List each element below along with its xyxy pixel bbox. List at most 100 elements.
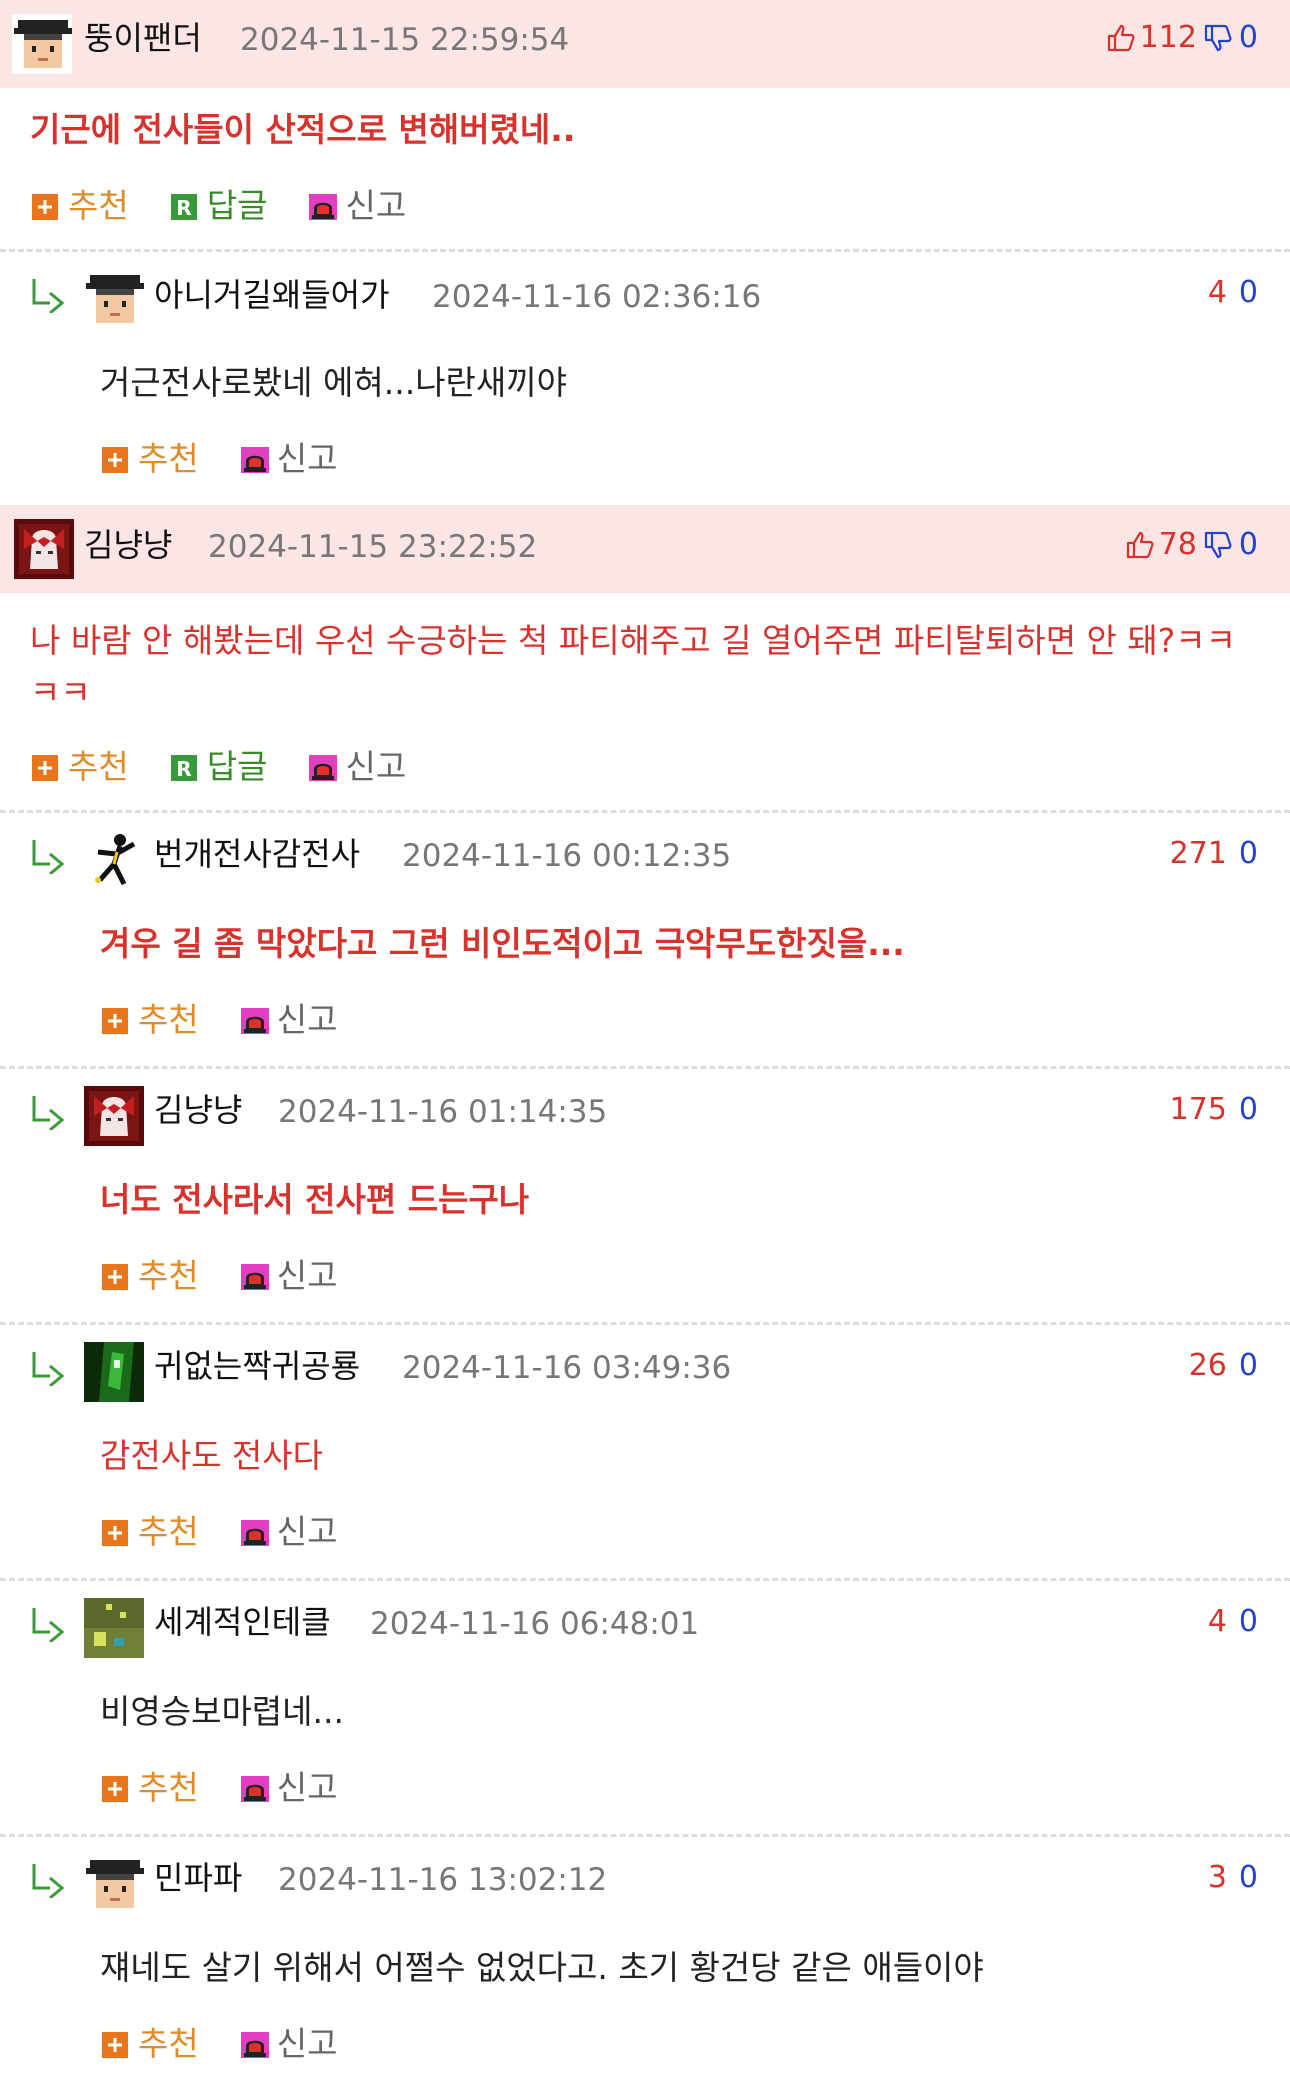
divider — [0, 249, 1290, 252]
vote-counts: 4 0 — [1208, 273, 1258, 313]
nickname[interactable]: 뚱이팬더 — [84, 18, 202, 58]
siren-icon — [239, 1260, 271, 1292]
recommend-label: 추천 — [138, 439, 199, 478]
vote-counts: 175 0 — [1170, 1090, 1258, 1130]
recommend-label: 추천 — [138, 1000, 199, 1039]
comment-text: 감전사도 전사다 — [100, 1436, 324, 1475]
comment-text: 거근전사로봤네 에혀...나란새끼야 — [100, 363, 567, 402]
recommend-label: 추천 — [68, 186, 129, 225]
timestamp: 2024-11-16 02:36:16 — [432, 279, 762, 315]
vote-counts: 271 0 — [1170, 834, 1258, 874]
siren-icon — [307, 751, 339, 783]
upvote-count: 4 — [1207, 275, 1227, 310]
reply-r-icon — [169, 751, 201, 783]
comment-header: 김냥냥 2024-11-15 23:22:52 78 0 — [0, 505, 1290, 593]
recommend-button[interactable]: 추천 — [100, 1512, 199, 1552]
nickname[interactable]: 김냥냥 — [154, 1090, 242, 1130]
timestamp: 2024-11-16 03:49:36 — [402, 1350, 732, 1386]
report-button[interactable]: 신고 — [239, 1768, 338, 1808]
avatar[interactable] — [84, 1598, 144, 1658]
plus-icon — [30, 751, 62, 783]
report-button[interactable]: 신고 — [239, 1512, 337, 1552]
recommend-label: 추천 — [138, 1256, 199, 1295]
timestamp: 2024-11-16 06:48:01 — [370, 1606, 700, 1642]
comment-actions: 추천 신고 — [100, 1256, 377, 1296]
reply-button[interactable]: 답글 — [169, 747, 268, 787]
comment-text: 겨우 길 좀 막았다고 그런 비인도적이고 극악무도한짓을... — [100, 924, 905, 963]
upvote-count: 112 — [1139, 20, 1197, 55]
report-button[interactable]: 신고 — [239, 439, 337, 479]
nickname[interactable]: 번개전사감전사 — [154, 834, 360, 874]
recommend-label: 추천 — [138, 2024, 199, 2063]
plus-icon — [100, 2028, 132, 2060]
plus-icon — [100, 443, 132, 475]
plus-icon — [100, 1004, 132, 1036]
reply-arrow-icon — [28, 273, 68, 313]
nickname[interactable]: 김냥냥 — [84, 525, 172, 565]
avatar[interactable] — [84, 830, 144, 890]
divider — [0, 1322, 1290, 1325]
thumb-down-icon[interactable] — [1203, 530, 1233, 560]
avatar[interactable] — [84, 1086, 144, 1146]
vote-counts: 112 0 — [1106, 18, 1258, 58]
recommend-button[interactable]: 추천 — [100, 2024, 199, 2064]
report-button[interactable]: 신고 — [239, 1000, 337, 1040]
plus-icon — [100, 1516, 132, 1548]
recommend-button[interactable]: 추천 — [30, 747, 129, 787]
report-button[interactable]: 신고 — [307, 747, 406, 787]
avatar[interactable] — [12, 14, 72, 74]
reply-arrow-icon — [28, 1090, 68, 1130]
report-button[interactable]: 신고 — [307, 186, 406, 226]
upvote-count: 78 — [1158, 527, 1197, 562]
reply-r-icon — [169, 190, 201, 222]
report-label: 신고 — [276, 1768, 338, 1807]
downvote-count: 0 — [1238, 1860, 1258, 1895]
downvote-count: 0 — [1238, 1348, 1258, 1383]
recommend-button[interactable]: 추천 — [100, 1256, 199, 1296]
recommend-button[interactable]: 추천 — [100, 1000, 199, 1040]
siren-icon — [239, 1516, 271, 1548]
divider — [0, 1578, 1290, 1581]
report-label: 신고 — [276, 2024, 338, 2063]
upvote-count: 4 — [1207, 1604, 1227, 1639]
comment-actions: 추천 신고 — [100, 439, 377, 479]
nickname[interactable]: 귀없는짝귀공룡 — [154, 1346, 360, 1386]
nickname[interactable]: 아니거길왜들어가 — [154, 275, 390, 315]
vote-counts: 3 0 — [1208, 1858, 1258, 1898]
avatar[interactable] — [84, 269, 144, 329]
thumb-up-icon[interactable] — [1106, 23, 1136, 53]
comment-text: 나 바람 안 해봤는데 우선 수긍하는 척 파티해주고 길 열어주면 파티탈퇴하… — [30, 621, 1236, 712]
comment-actions: 추천 신고 — [100, 2024, 377, 2064]
reply-arrow-icon — [28, 1346, 68, 1386]
upvote-count: 3 — [1207, 1860, 1227, 1895]
avatar[interactable] — [84, 1854, 144, 1914]
reply-button[interactable]: 답글 — [169, 186, 268, 226]
comment-reply-item: 아니거길왜들어가 2024-11-16 02:36:16 4 0 거근전사로봤네… — [0, 253, 1290, 503]
siren-icon — [307, 190, 339, 222]
vote-counts: 26 0 — [1189, 1346, 1258, 1386]
avatar[interactable] — [84, 1342, 144, 1402]
comment-item: 김냥냥 2024-11-15 23:22:52 78 0 나 바람 안 해봤는데… — [0, 505, 1290, 810]
reply-label: 답글 — [206, 747, 268, 786]
report-button[interactable]: 신고 — [239, 2024, 338, 2064]
downvote-count: 0 — [1238, 836, 1258, 871]
recommend-button[interactable]: 추천 — [100, 439, 199, 479]
thumb-down-icon[interactable] — [1203, 23, 1233, 53]
report-label: 신고 — [276, 1256, 338, 1295]
timestamp: 2024-11-15 23:22:52 — [208, 529, 538, 565]
nickname[interactable]: 민파파 — [154, 1858, 242, 1898]
comment-reply-item: 김냥냥 2024-11-16 01:14:35 175 0 너도 전사라서 전사… — [0, 1070, 1290, 1320]
thumb-up-icon[interactable] — [1125, 530, 1155, 560]
recommend-button[interactable]: 추천 — [100, 1768, 199, 1808]
divider — [0, 1834, 1290, 1837]
nickname[interactable]: 세계적인테클 — [154, 1602, 331, 1642]
comment-reply-item: 세계적인테클 2024-11-16 06:48:01 4 0 비영승보마렵네..… — [0, 1582, 1290, 1832]
comment-item: 뚱이팬더 2024-11-15 22:59:54 112 0 기근에 전사들이 … — [0, 0, 1290, 225]
recommend-button[interactable]: 추천 — [30, 186, 129, 226]
reply-arrow-icon — [28, 834, 68, 874]
avatar[interactable] — [14, 519, 74, 579]
report-button[interactable]: 신고 — [239, 1256, 338, 1296]
reply-arrow-icon — [28, 1858, 68, 1898]
reply-label: 답글 — [206, 186, 268, 225]
comment-actions: 추천 신고 — [100, 1512, 377, 1552]
